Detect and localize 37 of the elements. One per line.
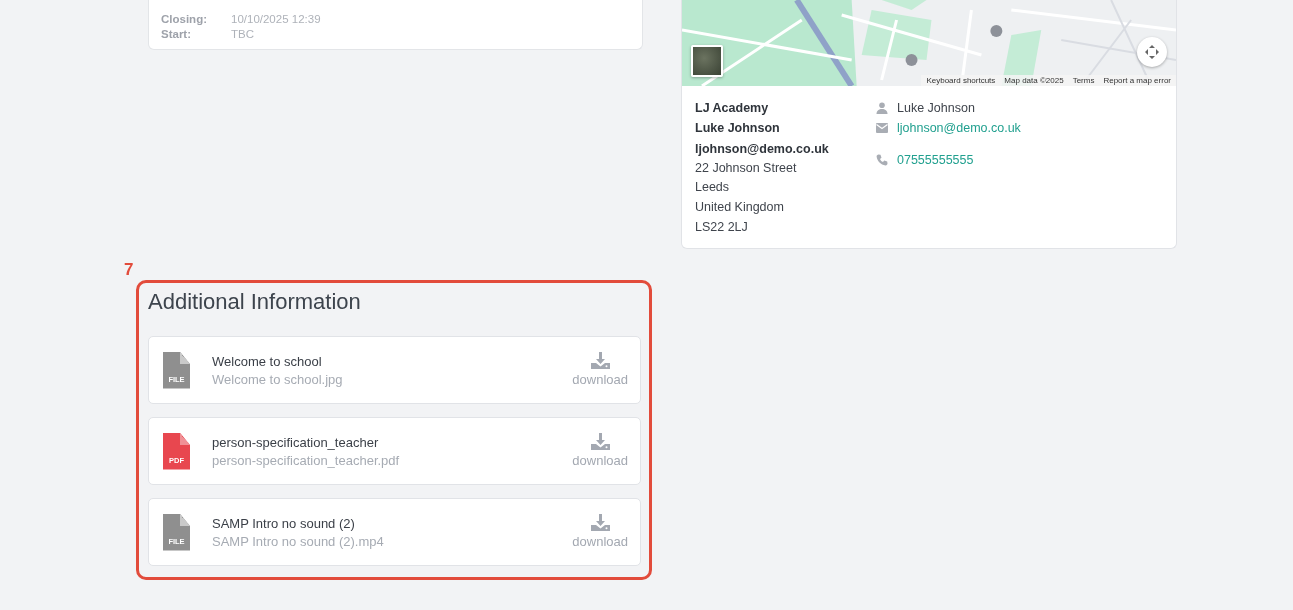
map-attribution-link[interactable]: Report a map error [1103, 76, 1171, 85]
map-attribution-link[interactable]: Keyboard shortcuts [926, 76, 996, 85]
field-value: 10/10/2025 12:39 [231, 13, 322, 25]
email-link[interactable]: ljohnson@demo.co.uk [897, 121, 1021, 135]
file-title: SAMP Intro no sound (2) [212, 515, 356, 531]
file-name: SAMP Intro no sound (2).mp4 [212, 533, 385, 549]
section-heading: Additional Information [148, 288, 361, 316]
envelope-icon [876, 123, 888, 133]
address-line: LS22 2LJ [695, 218, 749, 236]
download-icon [590, 432, 610, 450]
map-type-button[interactable] [691, 45, 723, 77]
field-label: Closing: [161, 13, 208, 25]
address-line: 22 Johnson Street [695, 159, 798, 177]
field-value: TBC [231, 28, 255, 40]
contact-name: Luke Johnson [897, 101, 975, 115]
address-line: United Kingdom [695, 199, 785, 217]
download-icon [590, 351, 610, 369]
annotation-number: 7 [124, 261, 134, 279]
address-line: ljohnson@demo.co.uk [695, 140, 830, 158]
file-name: Welcome to school.jpg [212, 371, 344, 387]
download-button[interactable]: download [572, 432, 628, 468]
download-icon [590, 513, 610, 531]
address-line: Leeds [695, 179, 731, 197]
person-icon [876, 102, 888, 114]
fullscreen-icon [1144, 44, 1160, 60]
file-title: person-specification_teacher [212, 434, 380, 450]
field-label: Start: [161, 28, 193, 40]
map-attribution-link[interactable]: Terms [1072, 76, 1095, 85]
download-button[interactable]: download [572, 513, 628, 549]
address-line: Luke Johnson [695, 120, 781, 138]
file-title: Welcome to school [212, 353, 323, 369]
download-button[interactable]: download [572, 351, 628, 387]
map-attribution-link[interactable]: Map data ©2025 [1004, 76, 1064, 85]
phone-link[interactable]: 07555555555 [897, 153, 974, 167]
address-line: LJ Academy [695, 100, 770, 117]
phone-icon [876, 154, 888, 166]
file-name: person-specification_teacher.pdf [212, 452, 401, 468]
